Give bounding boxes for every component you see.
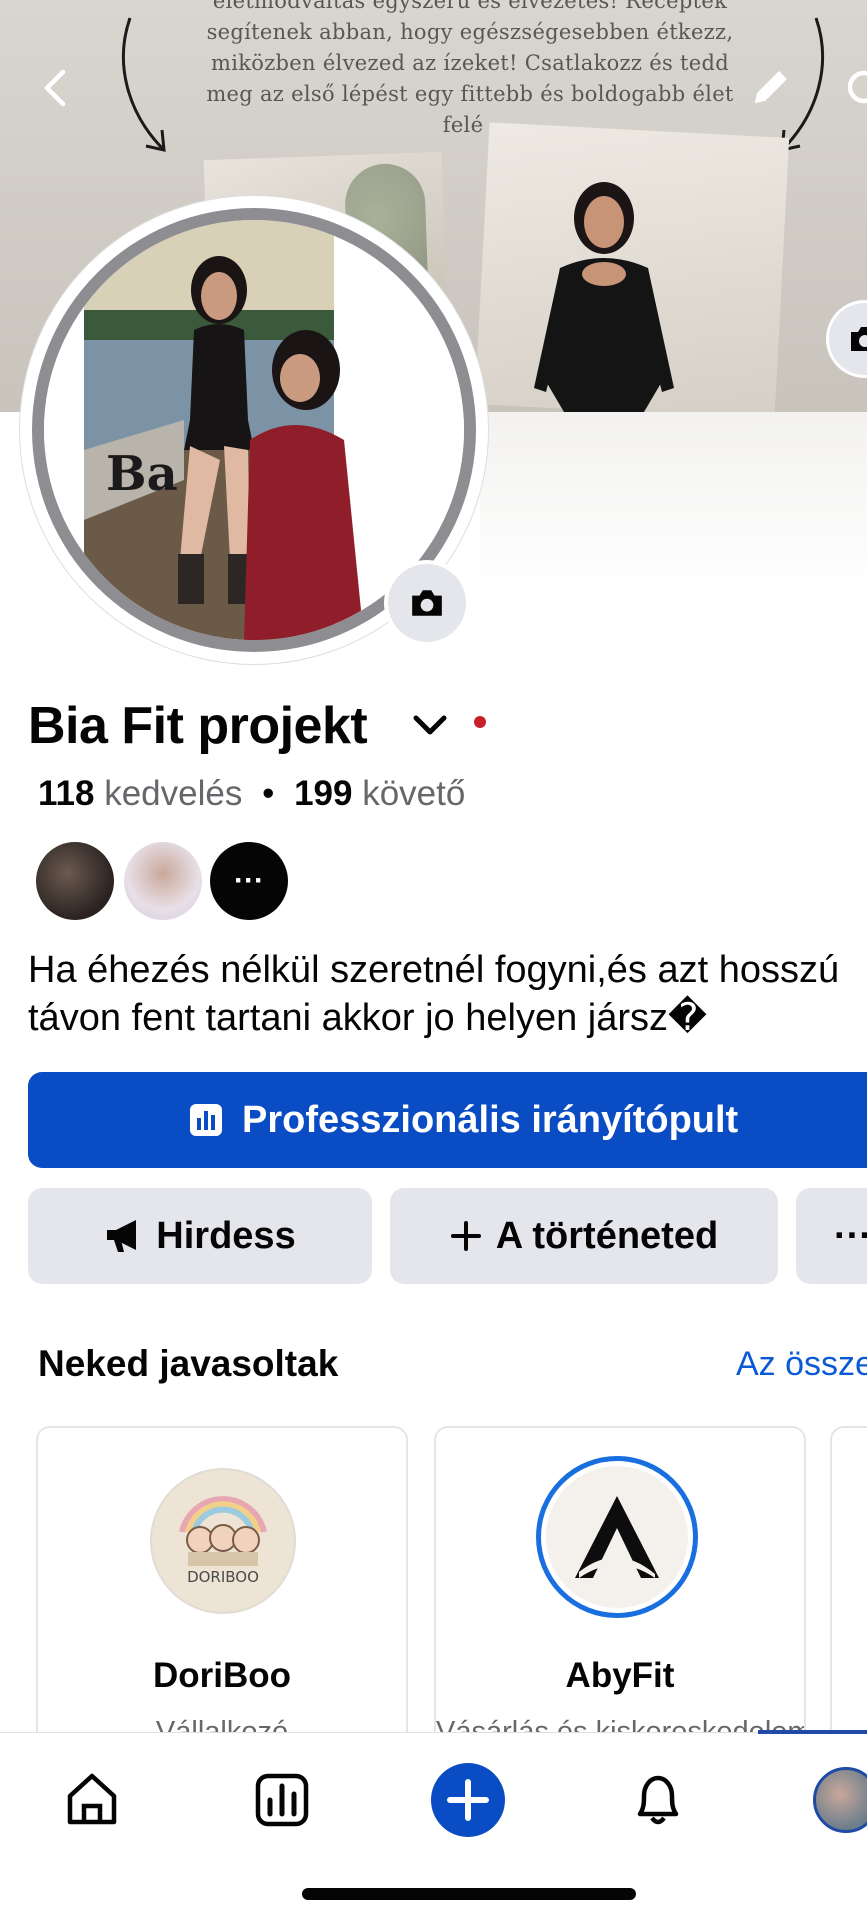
active-tab-indicator bbox=[758, 1730, 867, 1734]
tab-notifications[interactable] bbox=[618, 1760, 698, 1840]
bio-line: Ha éhezés nélkül szeretnél fogyni,és azt… bbox=[28, 949, 840, 991]
doriboo-logo-text: DORIBOO bbox=[187, 1568, 259, 1586]
advertise-button[interactable]: Hirdess bbox=[28, 1188, 372, 1284]
advertise-label: Hirdess bbox=[156, 1214, 296, 1257]
cover-caption: életmódváltás egyszerű és élvezetes! Rec… bbox=[206, 0, 734, 137]
tab-dashboard[interactable] bbox=[242, 1760, 322, 1840]
camera-icon bbox=[851, 327, 867, 351]
tab-home[interactable] bbox=[52, 1760, 132, 1840]
bio-line: távon fent tartani akkor jo helyen jársz… bbox=[28, 997, 707, 1039]
notifications-icon bbox=[637, 1775, 679, 1825]
dashboard-icon bbox=[255, 1773, 309, 1827]
more-actions-button[interactable]: ··· bbox=[796, 1188, 867, 1284]
create-icon bbox=[431, 1763, 505, 1837]
notification-dot bbox=[474, 716, 486, 728]
cover-arrow-left-decoration bbox=[122, 17, 166, 152]
page-bio: Ha éhezés nélkül szeretnél fogyni,és azt… bbox=[28, 946, 867, 1042]
page-avatar bbox=[536, 1456, 698, 1618]
suggested-page-card-partial[interactable] bbox=[830, 1426, 867, 1766]
abyfit-logo bbox=[575, 1496, 659, 1578]
chevron-left-icon bbox=[44, 69, 66, 107]
suggested-page-name: DoriBoo bbox=[152, 1656, 292, 1695]
page-title: Bia Fit projekt bbox=[28, 697, 368, 755]
likes-label: kedvelés bbox=[104, 774, 243, 813]
tab-create[interactable] bbox=[428, 1760, 508, 1840]
add-story-button[interactable]: A történeted bbox=[390, 1188, 778, 1284]
doriboo-logo: DORIBOO bbox=[179, 1496, 267, 1586]
pencil-icon bbox=[755, 71, 787, 103]
follower-avatar[interactable] bbox=[36, 842, 114, 920]
page-avatar: DORIBOO bbox=[150, 1468, 296, 1614]
cover-fade bbox=[480, 412, 867, 712]
home-icon bbox=[67, 1773, 117, 1825]
chevron-down-icon bbox=[413, 715, 447, 735]
see-all-link[interactable]: Az összes bbox=[736, 1340, 867, 1388]
edit-button[interactable] bbox=[742, 60, 798, 116]
page-stats[interactable]: 118 kedvelés • 199 követő bbox=[38, 772, 465, 816]
likes-count: 118 bbox=[38, 774, 95, 813]
suggested-page-card[interactable]: DORIBOO DoriBoo Vállalkozó bbox=[36, 1426, 408, 1766]
search-button[interactable] bbox=[838, 60, 867, 116]
suggested-section-title: Neked javasoltak bbox=[38, 1343, 339, 1384]
more-followers-button[interactable]: ··· bbox=[210, 842, 288, 920]
profile-tab-avatar bbox=[813, 1767, 867, 1833]
more-icon: ··· bbox=[234, 864, 264, 897]
page-logo-mark: Ba bbox=[106, 446, 178, 502]
more-icon: ··· bbox=[834, 1214, 867, 1257]
followers-count: 199 bbox=[294, 774, 353, 813]
plus-icon bbox=[450, 1221, 481, 1251]
professional-dashboard-button[interactable]: Professzionális irányítópult bbox=[28, 1072, 867, 1168]
back-button[interactable] bbox=[28, 60, 84, 116]
megaphone-icon bbox=[107, 1220, 137, 1252]
follower-avatar[interactable] bbox=[124, 842, 202, 920]
search-icon bbox=[847, 70, 867, 104]
cover-person-figure bbox=[534, 182, 674, 412]
stats-separator: • bbox=[262, 774, 275, 813]
profile-camera-button[interactable] bbox=[384, 560, 470, 646]
chart-icon bbox=[190, 1104, 222, 1136]
followers-label: követő bbox=[362, 774, 466, 813]
suggested-page-card[interactable]: AbyFit Vásárlás és kiskereskedelem bbox=[434, 1426, 806, 1766]
suggested-page-name: AbyFit bbox=[565, 1656, 675, 1695]
home-indicator bbox=[302, 1888, 636, 1900]
add-story-label: A történeted bbox=[495, 1214, 719, 1257]
account-switcher-button[interactable] bbox=[410, 706, 450, 746]
tab-profile[interactable] bbox=[806, 1760, 867, 1840]
camera-icon bbox=[412, 590, 442, 616]
professional-dashboard-label: Professzionális irányítópult bbox=[242, 1098, 739, 1141]
